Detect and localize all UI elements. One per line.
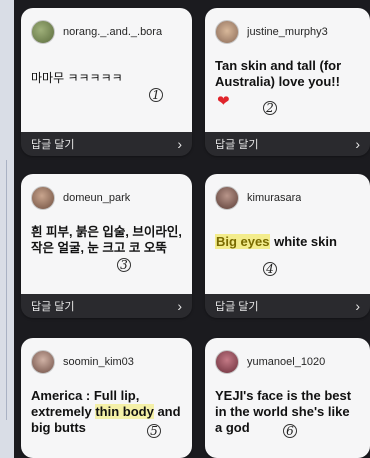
reply-label: 답글 달기 xyxy=(215,301,259,313)
handwritten-number: 5 xyxy=(147,424,161,438)
card-body: justine_murphy3 Tan skin and tall (for A… xyxy=(205,8,370,132)
comment-text: Tan skin and tall (for Australia) love y… xyxy=(215,58,342,89)
chevron-right-icon: › xyxy=(177,136,182,152)
card-header: kimurasara xyxy=(215,186,360,210)
story-reply-card-4[interactable]: kimurasara Big eyes white skin 4 답글 달기 › xyxy=(205,174,370,318)
handwritten-number: 1 xyxy=(149,88,163,102)
avatar[interactable] xyxy=(215,20,239,44)
card-body: domeun_park 흰 피부, 붉은 입술, 브이라인, 작은 얼굴, 눈 … xyxy=(21,174,192,294)
card-body: kimurasara Big eyes white skin 4 xyxy=(205,174,370,294)
username[interactable]: yumanoel_1020 xyxy=(247,356,325,368)
comment-text-rest: white skin xyxy=(270,234,337,249)
avatar[interactable] xyxy=(215,186,239,210)
username[interactable]: kimurasara xyxy=(247,192,301,204)
reply-label: 답글 달기 xyxy=(215,139,259,151)
username[interactable]: soomin_kim03 xyxy=(63,356,134,368)
card-header: soomin_kim03 xyxy=(31,350,182,374)
story-reply-card-5[interactable]: soomin_kim03 America : Full lip, extreme… xyxy=(21,338,192,458)
chevron-right-icon: › xyxy=(355,298,360,314)
story-reply-card-2[interactable]: justine_murphy3 Tan skin and tall (for A… xyxy=(205,8,370,156)
handwritten-number: 4 xyxy=(263,262,277,276)
avatar[interactable] xyxy=(215,350,239,374)
avatar[interactable] xyxy=(31,186,55,210)
handwritten-number: 2 xyxy=(263,101,277,115)
card-header: yumanoel_1020 xyxy=(215,350,360,374)
page-edge xyxy=(0,0,14,458)
reply-bar[interactable]: 답글 달기 › xyxy=(205,132,370,156)
username[interactable]: justine_murphy3 xyxy=(247,26,328,38)
reply-bar[interactable]: 답글 달기 › xyxy=(205,294,370,318)
avatar[interactable] xyxy=(31,20,55,44)
reply-label: 답글 달기 xyxy=(31,139,75,151)
story-reply-card-3[interactable]: domeun_park 흰 피부, 붉은 입술, 브이라인, 작은 얼굴, 눈 … xyxy=(21,174,192,318)
card-body: soomin_kim03 America : Full lip, extreme… xyxy=(21,338,192,458)
card-header: domeun_park xyxy=(31,186,182,210)
comment-text: Big eyes white skin xyxy=(215,234,360,250)
reply-bar[interactable]: 답글 달기 › xyxy=(21,294,192,318)
story-reply-card-1[interactable]: norang._.and._.bora 마마무 ㅋㅋㅋㅋㅋ 1 답글 달기 › xyxy=(21,8,192,156)
avatar[interactable] xyxy=(31,350,55,374)
comment-text: 흰 피부, 붉은 입술, 브이라인, 작은 얼굴, 눈 크고 코 오뚝 xyxy=(31,225,182,255)
reply-bar[interactable]: 답글 달기 › xyxy=(21,132,192,156)
reply-label: 답글 달기 xyxy=(31,301,75,313)
card-body: yumanoel_1020 YEJI's face is the best in… xyxy=(205,338,370,458)
card-header: norang._.and._.bora xyxy=(31,20,182,44)
username[interactable]: norang._.and._.bora xyxy=(63,26,162,38)
chevron-right-icon: › xyxy=(177,298,182,314)
heart-emoji-icon: ❤ xyxy=(217,93,230,110)
comment-text: 마마무 ㅋㅋㅋㅋㅋ xyxy=(31,71,123,85)
username[interactable]: domeun_park xyxy=(63,192,130,204)
highlighted-text: thin body xyxy=(95,404,154,419)
card-header: justine_murphy3 xyxy=(215,20,360,44)
handwritten-number: 6 xyxy=(283,424,297,438)
highlighted-text: Big eyes xyxy=(215,234,271,249)
story-reply-card-6[interactable]: yumanoel_1020 YEJI's face is the best in… xyxy=(205,338,370,458)
card-body: norang._.and._.bora 마마무 ㅋㅋㅋㅋㅋ 1 xyxy=(21,8,192,132)
chevron-right-icon: › xyxy=(355,136,360,152)
handwritten-number: 3 xyxy=(117,258,131,272)
